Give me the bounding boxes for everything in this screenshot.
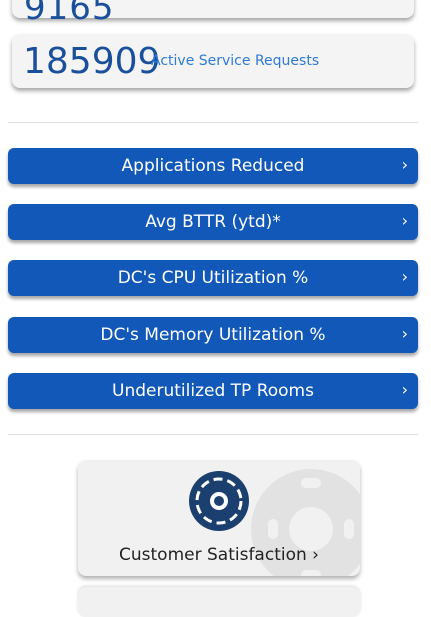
applications-reduced-button[interactable]: Applications Reduced › (8, 148, 418, 184)
divider (8, 122, 418, 123)
button-label: DC's Memory Utilization % (100, 325, 326, 345)
underutilized-tp-rooms-button[interactable]: Underutilized TP Rooms › (8, 373, 418, 409)
metric-label: Active Service Requests (151, 53, 320, 69)
metric-value: 185909 (23, 41, 161, 82)
metric-card-active-service-requests[interactable]: 185909 Active Service Requests (12, 34, 414, 88)
divider (8, 434, 418, 435)
chevron-right-icon: › (401, 155, 408, 174)
customer-satisfaction-tile[interactable]: Customer Satisfaction › (78, 460, 360, 576)
metric-value: 9165 (24, 0, 115, 28)
chevron-right-icon: › (401, 211, 408, 230)
chevron-right-icon: › (401, 324, 408, 343)
chevron-right-icon: › (401, 380, 408, 399)
button-label: Applications Reduced (121, 156, 305, 176)
metric-card-top[interactable]: 9165 (12, 0, 414, 28)
dc-memory-utilization-button[interactable]: DC's Memory Utilization % › (8, 317, 418, 353)
button-label: Underutilized TP Rooms (112, 381, 314, 401)
dc-cpu-utilization-button[interactable]: DC's CPU Utilization % › (8, 260, 418, 296)
tile-label: Customer Satisfaction › (119, 545, 319, 565)
next-tile[interactable] (78, 587, 360, 617)
button-label: DC's CPU Utilization % (117, 268, 309, 288)
chevron-right-icon: › (401, 267, 408, 286)
avg-bttr-button[interactable]: Avg BTTR (ytd)* › (8, 204, 418, 240)
donut-icon (189, 471, 249, 531)
button-label: Avg BTTR (ytd)* (145, 212, 281, 232)
